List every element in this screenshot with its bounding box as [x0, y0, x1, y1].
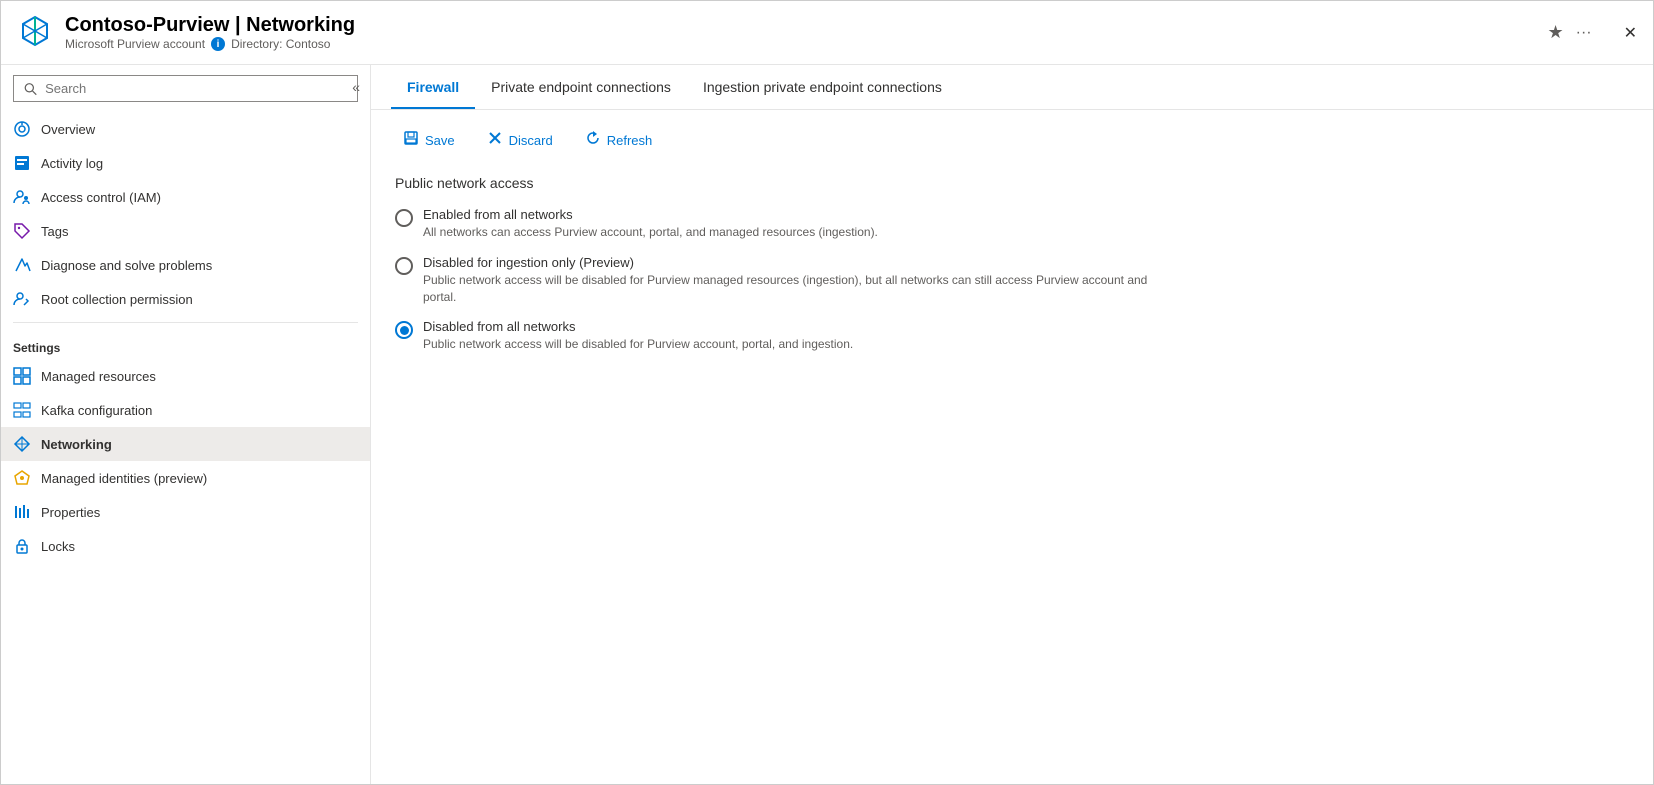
- radio-label-enabled-all: Enabled from all networks All networks c…: [423, 207, 878, 241]
- title-text: Contoso-Purview | Networking: [65, 14, 355, 37]
- radio-item-enabled-all: Enabled from all networks All networks c…: [395, 207, 1629, 241]
- locks-icon: [13, 537, 31, 555]
- overview-icon: [13, 120, 31, 138]
- header-actions: ★ ··· ✕: [1547, 22, 1637, 43]
- discard-label: Discard: [509, 133, 553, 148]
- main-layout: « Overview Activity log Acc: [1, 65, 1653, 784]
- tags-icon: [13, 222, 31, 240]
- info-icon[interactable]: i: [211, 37, 225, 51]
- tab-private-endpoint[interactable]: Private endpoint connections: [475, 65, 687, 109]
- sidebar-search-area: [1, 65, 370, 112]
- managed-identities-icon: [13, 469, 31, 487]
- save-button[interactable]: Save: [395, 126, 463, 155]
- root-collection-icon: [13, 290, 31, 308]
- directory-label: Directory: Contoso: [231, 37, 330, 51]
- radio-item-disabled-ingestion: Disabled for ingestion only (Preview) Pu…: [395, 255, 1629, 306]
- networking-icon: [13, 435, 31, 453]
- activity-log-icon: [13, 154, 31, 172]
- sidebar-item-label: Networking: [41, 437, 112, 452]
- sidebar-item-networking[interactable]: Networking: [1, 427, 370, 461]
- radio-disabled-ingestion[interactable]: [395, 257, 413, 275]
- sidebar-item-label: Overview: [41, 122, 95, 137]
- settings-section-label: Settings: [1, 329, 370, 359]
- radio-title-disabled-ingestion: Disabled for ingestion only (Preview): [423, 255, 1163, 270]
- refresh-button[interactable]: Refresh: [577, 126, 661, 155]
- app-logo: [17, 13, 53, 52]
- section-title: Public network access: [395, 175, 1629, 191]
- radio-label-disabled-all: Disabled from all networks Public networ…: [423, 319, 853, 353]
- sidebar-item-diagnose[interactable]: Diagnose and solve problems: [1, 248, 370, 282]
- network-access-options: Enabled from all networks All networks c…: [395, 207, 1629, 353]
- managed-resources-icon: [13, 367, 31, 385]
- more-options-button[interactable]: ···: [1576, 24, 1592, 42]
- save-label: Save: [425, 133, 455, 148]
- save-icon: [403, 130, 419, 151]
- search-icon: [24, 82, 37, 96]
- sidebar-item-properties[interactable]: Properties: [1, 495, 370, 529]
- sidebar: « Overview Activity log Acc: [1, 65, 371, 784]
- resource-type: Microsoft Purview account: [65, 37, 205, 51]
- search-box[interactable]: [13, 75, 358, 102]
- radio-disabled-all[interactable]: [395, 321, 413, 339]
- sidebar-item-tags[interactable]: Tags: [1, 214, 370, 248]
- sidebar-item-label: Tags: [41, 224, 68, 239]
- radio-title-enabled-all: Enabled from all networks: [423, 207, 878, 222]
- sidebar-item-locks[interactable]: Locks: [1, 529, 370, 563]
- radio-label-disabled-ingestion: Disabled for ingestion only (Preview) Pu…: [423, 255, 1163, 306]
- sidebar-item-root-collection[interactable]: Root collection permission: [1, 282, 370, 316]
- radio-desc-enabled-all: All networks can access Purview account,…: [423, 224, 878, 241]
- sidebar-item-access-control[interactable]: Access control (IAM): [1, 180, 370, 214]
- sidebar-item-kafka[interactable]: Kafka configuration: [1, 393, 370, 427]
- favorite-button[interactable]: ★: [1547, 22, 1563, 43]
- radio-desc-disabled-ingestion: Public network access will be disabled f…: [423, 272, 1163, 306]
- sidebar-item-label: Managed identities (preview): [41, 471, 207, 486]
- sidebar-item-label: Kafka configuration: [41, 403, 152, 418]
- collapse-button[interactable]: «: [352, 79, 360, 95]
- nav-divider: [13, 322, 358, 323]
- access-control-icon: [13, 188, 31, 206]
- radio-desc-disabled-all: Public network access will be disabled f…: [423, 336, 853, 353]
- sidebar-item-overview[interactable]: Overview: [1, 112, 370, 146]
- tab-bar: Firewall Private endpoint connections In…: [371, 65, 1653, 110]
- sidebar-item-label: Managed resources: [41, 369, 156, 384]
- main-content: Firewall Private endpoint connections In…: [371, 65, 1653, 784]
- tab-firewall[interactable]: Firewall: [391, 65, 475, 109]
- sidebar-item-label: Access control (IAM): [41, 190, 161, 205]
- discard-icon: [487, 130, 503, 151]
- refresh-label: Refresh: [607, 133, 653, 148]
- sidebar-item-label: Activity log: [41, 156, 103, 171]
- properties-icon: [13, 503, 31, 521]
- diagnose-icon: [13, 256, 31, 274]
- app-header: Contoso-Purview | Networking Microsoft P…: [1, 1, 1653, 65]
- toolbar: Save Discard Refresh: [395, 126, 1629, 155]
- close-button[interactable]: ✕: [1624, 23, 1637, 43]
- sidebar-item-managed-resources[interactable]: Managed resources: [1, 359, 370, 393]
- page-title: Contoso-Purview | Networking: [65, 14, 1547, 37]
- radio-title-disabled-all: Disabled from all networks: [423, 319, 853, 334]
- content-body: Save Discard Refresh Public network acce…: [371, 110, 1653, 369]
- radio-item-disabled-all: Disabled from all networks Public networ…: [395, 319, 1629, 353]
- sidebar-item-label: Locks: [41, 539, 75, 554]
- sidebar-item-label: Properties: [41, 505, 100, 520]
- kafka-icon: [13, 401, 31, 419]
- discard-button[interactable]: Discard: [479, 126, 561, 155]
- sidebar-item-managed-identities[interactable]: Managed identities (preview): [1, 461, 370, 495]
- sidebar-item-activity-log[interactable]: Activity log: [1, 146, 370, 180]
- header-title-block: Contoso-Purview | Networking Microsoft P…: [65, 14, 1547, 51]
- tab-ingestion-endpoint[interactable]: Ingestion private endpoint connections: [687, 65, 958, 109]
- search-input[interactable]: [45, 81, 347, 96]
- radio-enabled-all[interactable]: [395, 209, 413, 227]
- sidebar-item-label: Diagnose and solve problems: [41, 258, 212, 273]
- sidebar-navigation: Overview Activity log Access control (IA…: [1, 112, 370, 784]
- header-subtitle: Microsoft Purview account i Directory: C…: [65, 37, 1547, 51]
- sidebar-item-label: Root collection permission: [41, 292, 193, 307]
- refresh-icon: [585, 130, 601, 151]
